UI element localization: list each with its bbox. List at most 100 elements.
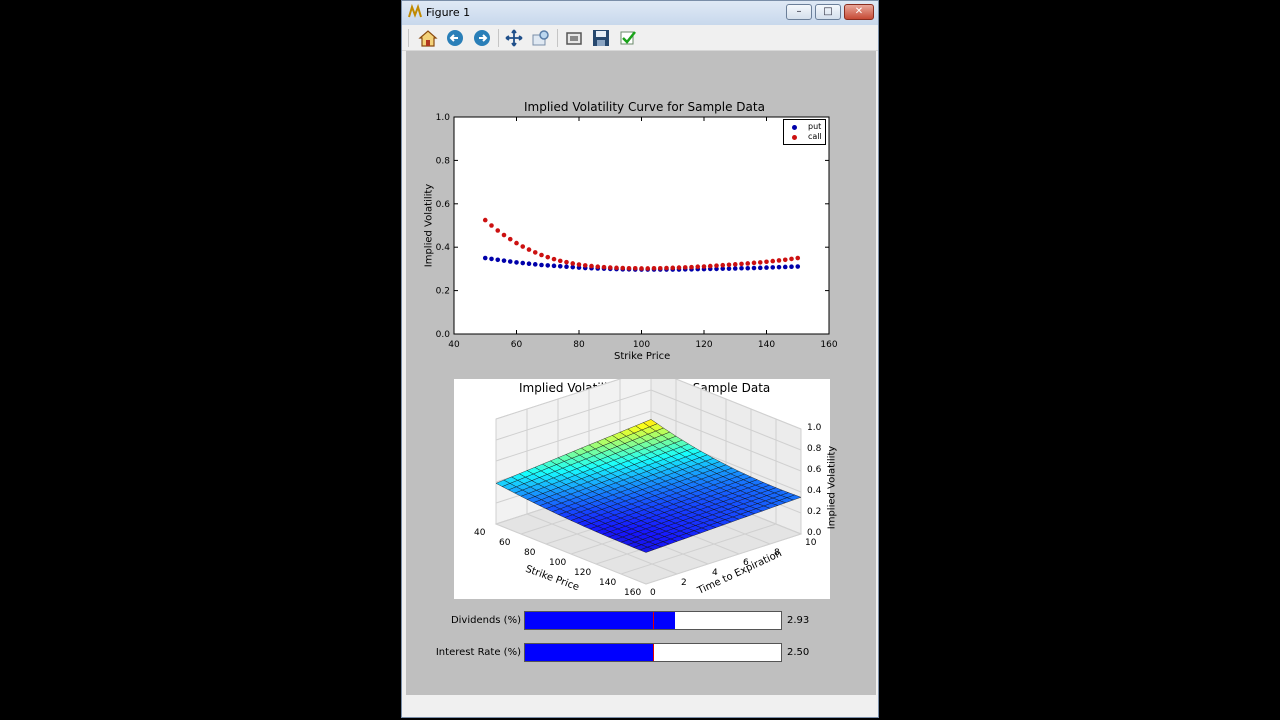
- call-point: [657, 265, 663, 271]
- y-tick-label: 0.2: [436, 287, 450, 297]
- home-icon: [418, 30, 438, 47]
- call-point: [720, 262, 726, 268]
- surface-plot[interactable]: [454, 379, 830, 599]
- checkmark-icon: [620, 31, 636, 45]
- pan-button[interactable]: [503, 28, 525, 48]
- call-point: [745, 261, 751, 266]
- dividends-slider-row: Dividends (%) 2.93: [406, 611, 876, 633]
- call-point: [595, 264, 601, 270]
- save-button[interactable]: [590, 28, 612, 48]
- call-point: [514, 240, 519, 246]
- surface-y-tick-label: 6: [743, 558, 749, 568]
- figure-canvas[interactable]: Implied Volatility Curve for Sample Data…: [406, 51, 876, 695]
- dividends-slider[interactable]: [524, 611, 782, 630]
- put-point: [507, 259, 513, 264]
- call-point: [751, 260, 757, 266]
- put-point: [757, 265, 763, 271]
- subplots-button[interactable]: [563, 28, 585, 48]
- forward-icon: [474, 30, 490, 46]
- zoom-button[interactable]: [530, 28, 552, 48]
- home-button[interactable]: [417, 28, 439, 48]
- edit-parameters-button[interactable]: [617, 28, 639, 48]
- call-point: [607, 265, 613, 270]
- forward-button[interactable]: [471, 28, 493, 48]
- curve-plot-axes: [453, 116, 830, 335]
- surface-x-tick-label: 40: [474, 528, 486, 538]
- close-icon: ✕: [854, 6, 864, 17]
- close-button[interactable]: ✕: [844, 4, 874, 20]
- call-point: [482, 217, 488, 223]
- x-tick-label: 40: [448, 340, 460, 350]
- maximize-button[interactable]: □: [815, 4, 841, 20]
- figure-window: Figure 1 – □ ✕ Implied Volatility Curve …: [401, 0, 879, 718]
- title-bar[interactable]: Figure 1 – □ ✕: [402, 1, 878, 25]
- back-button[interactable]: [444, 28, 466, 48]
- call-point: [782, 257, 788, 263]
- navigation-toolbar: [402, 25, 878, 51]
- put-point: [489, 256, 494, 262]
- minimize-button[interactable]: –: [786, 4, 812, 20]
- call-point: [789, 256, 794, 262]
- surface-z-tick-label: 0.0: [807, 528, 822, 538]
- call-point: [551, 256, 557, 262]
- legend-put-label: put: [808, 122, 822, 131]
- call-point: [707, 263, 713, 269]
- y-tick-label: 1.0: [436, 113, 451, 123]
- dividends-slider-label: Dividends (%): [450, 615, 521, 626]
- y-tick-label: 0.6: [436, 200, 451, 210]
- toolbar-separator: [557, 29, 558, 47]
- zoom-icon: [532, 30, 549, 46]
- call-point: [582, 263, 588, 268]
- call-point: [732, 262, 738, 267]
- call-point: [689, 264, 694, 270]
- y-tick-label: 0.8: [436, 156, 451, 166]
- toolbar-separator: [498, 29, 499, 47]
- call-point: [601, 264, 607, 270]
- curve-plot[interactable]: 40 60 80 100 120 140 160 0.0 0.2 0.4 0.6 0.8 1.0: [406, 51, 876, 371]
- call-point: [770, 258, 776, 264]
- put-point: [532, 262, 538, 267]
- put-point: [501, 258, 507, 263]
- call-point: [632, 265, 638, 271]
- x-tick-label: 160: [820, 340, 837, 350]
- call-point: [589, 263, 594, 269]
- call-point: [495, 228, 501, 233]
- save-icon: [593, 30, 609, 46]
- surface-y-tick-label: 2: [681, 578, 687, 588]
- dividends-slider-value: 2.93: [787, 615, 810, 626]
- put-point: [495, 257, 501, 263]
- surface-y-tick-label: 4: [712, 568, 718, 578]
- put-point: [514, 260, 519, 265]
- status-bar: [402, 695, 878, 717]
- call-point: [489, 223, 494, 228]
- call-point: [576, 262, 582, 267]
- call-point: [695, 264, 701, 270]
- put-point: [482, 255, 488, 261]
- call-point: [526, 247, 532, 252]
- interest-rate-slider-row: Interest Rate (%) 2.50: [406, 643, 876, 665]
- call-point: [757, 260, 763, 265]
- call-point: [670, 265, 676, 271]
- put-point: [789, 264, 794, 270]
- x-tick-label: 100: [633, 340, 650, 350]
- interest-rate-slider-label: Interest Rate (%): [435, 647, 521, 658]
- legend-put-marker: [792, 125, 797, 130]
- call-point: [645, 266, 651, 271]
- call-point: [682, 265, 688, 270]
- call-point: [570, 261, 576, 266]
- put-point: [770, 265, 776, 270]
- call-point: [564, 259, 569, 265]
- toolbar-grip: [408, 29, 409, 47]
- call-point: [739, 261, 744, 267]
- surface-x-tick-label: 120: [574, 568, 592, 578]
- minimize-icon: –: [796, 6, 802, 17]
- put-point: [551, 263, 557, 269]
- call-point: [507, 236, 513, 242]
- call-point: [620, 265, 626, 271]
- interest-rate-slider[interactable]: [524, 643, 782, 662]
- put-point: [776, 264, 782, 270]
- call-point: [626, 265, 632, 271]
- y-tick-label: 0.0: [436, 330, 451, 340]
- call-point: [501, 232, 507, 238]
- surface-z-tick-label: 0.2: [807, 507, 822, 517]
